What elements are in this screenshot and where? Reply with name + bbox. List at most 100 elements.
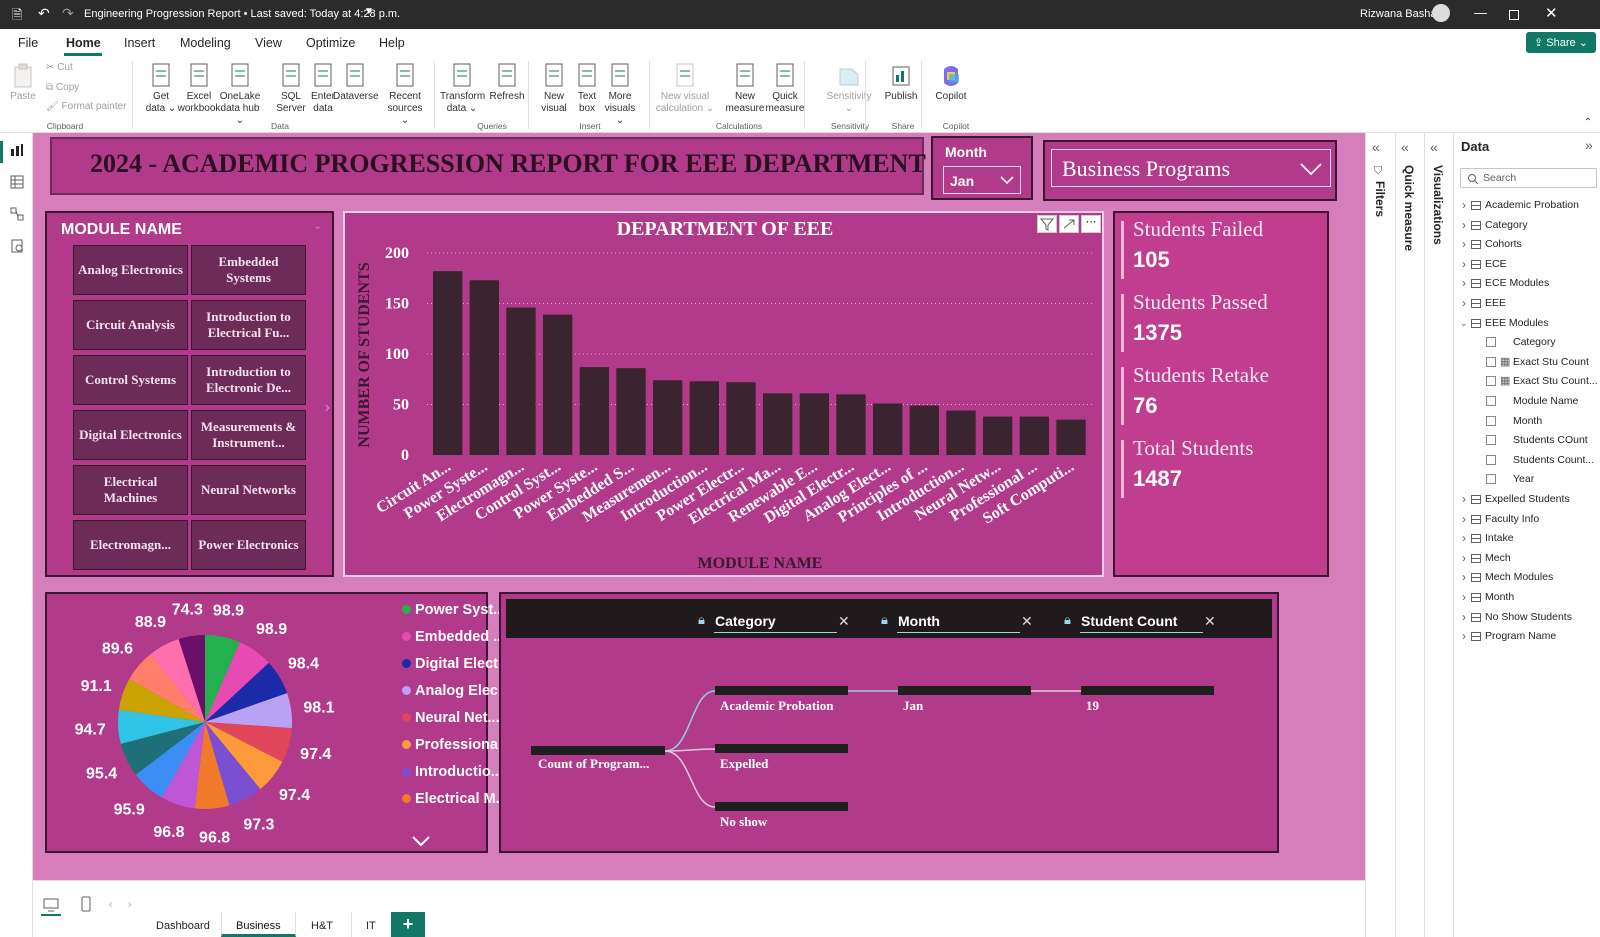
bar[interactable] [873, 403, 903, 455]
data-tree-item[interactable]: › Academic Probation [1455, 198, 1600, 216]
ribbon-button-text[interactable]: Text box [570, 61, 604, 115]
bar[interactable] [543, 314, 573, 455]
bar[interactable] [433, 271, 463, 455]
field-checkbox[interactable] [1486, 376, 1496, 387]
bar[interactable] [579, 367, 609, 455]
add-page-button[interactable]: + [391, 912, 425, 937]
menu-help[interactable]: Help [379, 36, 405, 50]
data-tree-item[interactable]: › EEE [1455, 296, 1600, 314]
module-tile[interactable]: Circuit Analysis [73, 300, 188, 350]
data-search-input[interactable]: Search [1460, 168, 1597, 188]
page-tab-business[interactable]: Business [221, 912, 296, 937]
page-tab-dashboard[interactable]: Dashboard [142, 912, 224, 937]
module-tile[interactable]: Neural Networks [191, 465, 306, 515]
decomp-node-expelled[interactable] [715, 744, 848, 753]
chevron-right-icon[interactable]: › [1462, 551, 1466, 565]
collapse-ribbon-icon[interactable]: ⌃ [1584, 117, 1592, 128]
sensitivity-button[interactable]: Sensitivity ⌄ [823, 63, 875, 115]
visualizations-collapse-icon[interactable]: « [1430, 139, 1438, 155]
chevron-right-icon[interactable]: › [1462, 629, 1466, 643]
bar[interactable] [799, 393, 829, 455]
legend-item[interactable]: Analog Elec... [402, 683, 510, 699]
menu-view[interactable]: View [255, 36, 282, 50]
legend-item[interactable]: Introductio... [402, 764, 503, 780]
mobile-layout-icon[interactable] [81, 896, 91, 912]
bar[interactable] [763, 393, 793, 455]
save-icon[interactable]: 🗎 [12, 6, 22, 28]
maximize-icon[interactable] [1509, 10, 1519, 20]
legend-item[interactable]: Neural Net... [402, 710, 500, 726]
chevron-right-icon[interactable]: › [1462, 512, 1466, 526]
menu-home[interactable]: Home [66, 36, 101, 50]
month-dropdown[interactable]: Jan [943, 166, 1021, 194]
field-checkbox[interactable] [1486, 356, 1496, 367]
bar[interactable] [909, 405, 939, 455]
chevron-right-icon[interactable]: › [1462, 237, 1466, 251]
quick-measure-collapse-icon[interactable]: « [1401, 139, 1409, 155]
module-tile[interactable]: Power Electronics [191, 520, 306, 570]
data-pane-collapse-icon[interactable]: » [1585, 137, 1593, 153]
data-tree-item[interactable]: › Mech [1455, 551, 1600, 569]
chevron-right-icon[interactable]: › [1462, 531, 1466, 545]
data-tree-item[interactable]: › Intake [1455, 531, 1600, 549]
bar[interactable] [1019, 416, 1049, 455]
module-tile[interactable]: Electromagn... [73, 520, 188, 570]
report-view-icon[interactable] [10, 143, 24, 157]
data-tree-item[interactable]: › Category [1455, 218, 1600, 236]
ribbon-button-new[interactable]: New visual [537, 61, 571, 115]
module-tile[interactable]: Measurements & Instrument... [191, 410, 306, 460]
legend-scroll-down-icon[interactable] [411, 835, 431, 847]
decomp-node-academic-probation[interactable] [715, 686, 848, 695]
chevron-right-icon[interactable]: › [1462, 590, 1466, 604]
menu-optimize[interactable]: Optimize [306, 36, 355, 50]
format-painter-button[interactable]: 🖌 Format painter [46, 101, 127, 113]
chevron-right-icon[interactable]: › [1462, 570, 1466, 584]
ribbon-button-excel[interactable]: Excel workbook [177, 61, 221, 115]
module-tile[interactable]: Embedded Systems [191, 245, 306, 295]
data-tree-item[interactable]: Students COunt [1455, 433, 1600, 451]
decomp-node-jan[interactable] [898, 686, 1031, 695]
module-tile[interactable]: Introduction to Electronic De... [191, 355, 306, 405]
bar[interactable] [506, 307, 536, 455]
bar[interactable] [836, 394, 866, 455]
module-tile[interactable]: Control Systems [73, 355, 188, 405]
bar[interactable] [469, 280, 499, 455]
ribbon-button-recent[interactable]: Recent sources ⌄ [383, 61, 427, 127]
bar[interactable] [726, 382, 756, 455]
title-chevron-down-icon[interactable]: ▼ [364, 6, 374, 17]
chevron-right-icon[interactable]: › [1462, 218, 1466, 232]
menu-insert[interactable]: Insert [124, 36, 155, 50]
field-checkbox[interactable] [1486, 337, 1496, 348]
menu-modeling[interactable]: Modeling [180, 36, 231, 50]
next-page-icon[interactable]: › [128, 899, 131, 910]
ribbon-button-onelake[interactable]: OneLake data hub ⌄ [218, 61, 262, 127]
visualizations-pane-tab[interactable]: Visualizations [1431, 165, 1445, 245]
ribbon-button-new-visual[interactable]: New visual calculation ⌄ [655, 61, 715, 115]
bar[interactable] [689, 381, 719, 455]
module-tile[interactable]: Analog Electronics [73, 245, 188, 295]
field-checkbox[interactable] [1486, 415, 1496, 426]
publish-button[interactable]: Publish [883, 63, 919, 103]
module-tile[interactable]: Introduction to Electrical Fu... [191, 300, 306, 350]
chevron-right-icon[interactable]: › [1462, 257, 1466, 271]
chevron-right-icon[interactable]: › [1462, 276, 1466, 290]
legend-item[interactable]: Professiona... [402, 737, 510, 753]
data-tree-item[interactable]: › No Show Students [1455, 610, 1600, 628]
legend-item[interactable]: Power Syst... [402, 602, 505, 618]
quick-measure-pane-tab[interactable]: Quick measure [1402, 165, 1416, 251]
dax-query-view-icon[interactable] [10, 239, 24, 253]
data-tree-item[interactable]: Category [1455, 335, 1600, 353]
prev-page-icon[interactable]: ‹ [109, 899, 112, 910]
field-checkbox[interactable] [1486, 435, 1496, 446]
close-icon[interactable]: ✕ [1545, 4, 1558, 22]
field-checkbox[interactable] [1486, 454, 1496, 465]
data-tree-item[interactable]: ▦ Exact Stu Count... [1455, 374, 1600, 392]
undo-icon[interactable]: ↶ [38, 5, 50, 22]
desktop-layout-icon[interactable] [43, 898, 59, 912]
legend-item[interactable]: Embedded ... [402, 629, 505, 645]
data-tree-item[interactable]: › Month [1455, 590, 1600, 608]
avatar[interactable] [1432, 4, 1450, 22]
field-checkbox[interactable] [1486, 396, 1496, 406]
data-tree-item[interactable]: Month [1455, 414, 1600, 432]
copilot-button[interactable]: Copilot [931, 63, 971, 103]
